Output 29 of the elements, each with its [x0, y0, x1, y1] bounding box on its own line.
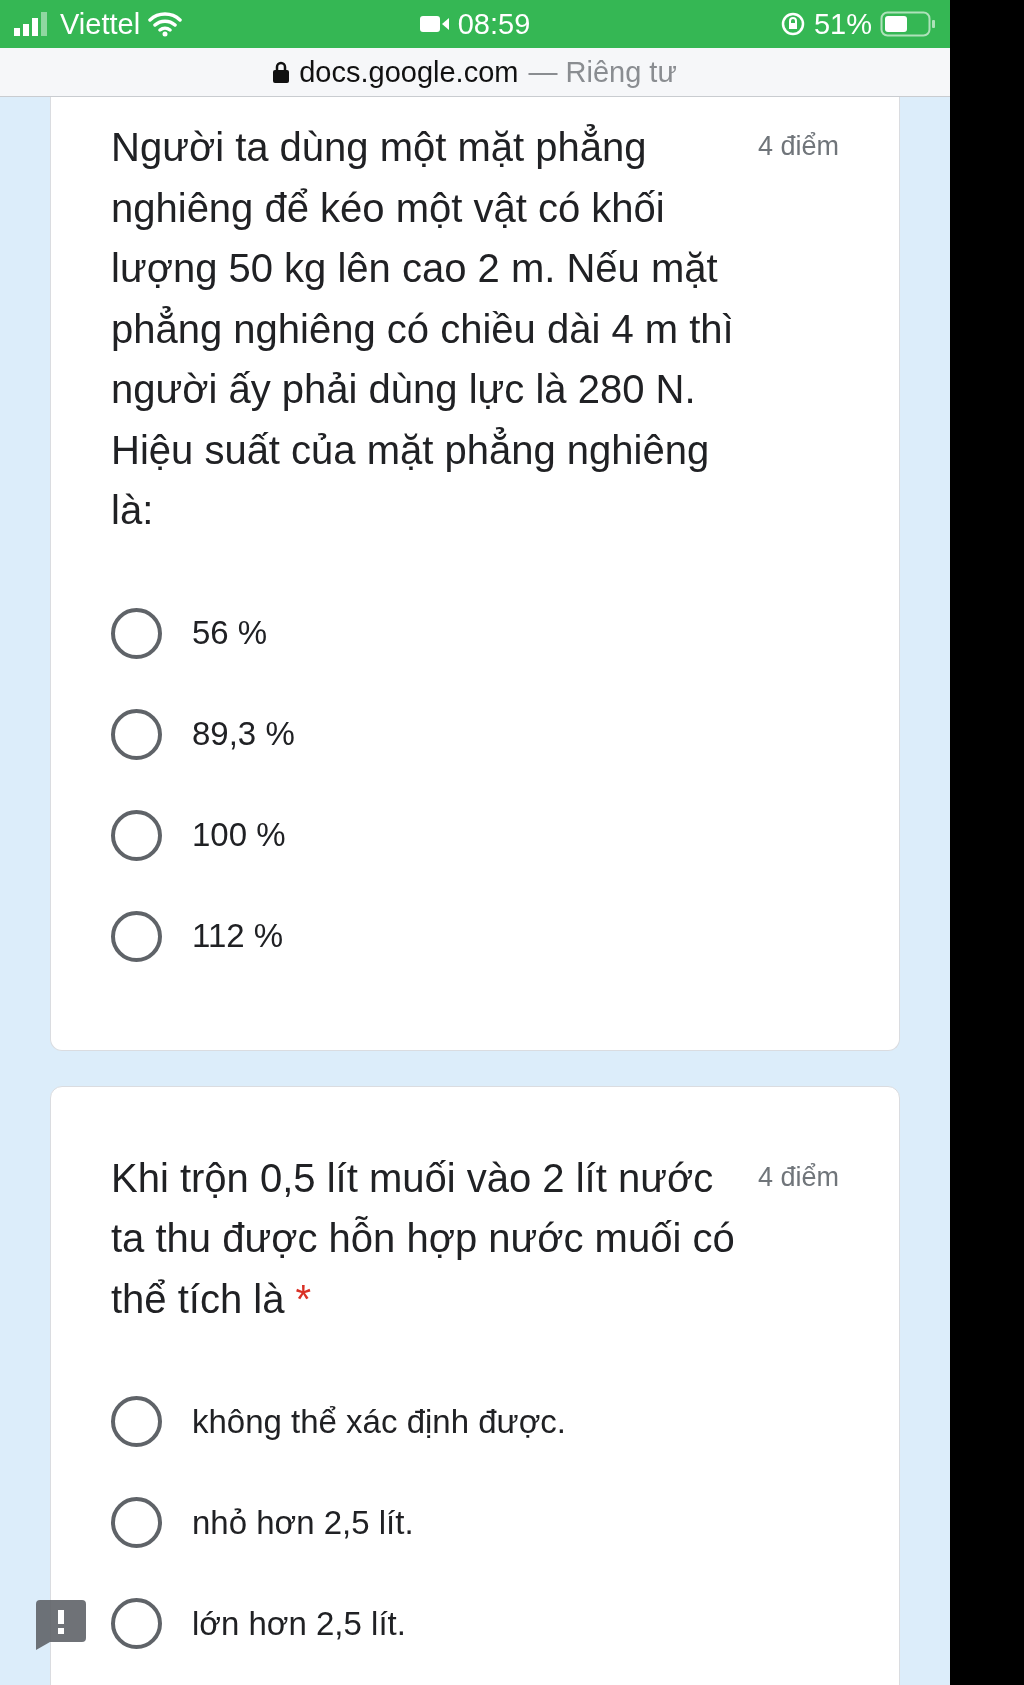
option-label[interactable]: lớn hơn 2,5 lít.	[192, 1604, 406, 1643]
option-label[interactable]: 56 %	[192, 614, 268, 652]
battery-percent: 51%	[813, 7, 872, 41]
privacy-label: — Riêng tư	[528, 55, 677, 89]
question-text: Khi trộn 0,5 lít muối vào 2 lít nước ta thu được hỗn hợp nước muối có thể tích là *	[111, 1154, 736, 1323]
clock-time: 08:59	[457, 7, 531, 41]
wifi-icon	[148, 11, 183, 37]
points-label: 4 điểm	[757, 1161, 839, 1193]
carrier-name: Viettel	[60, 7, 141, 41]
radio-button[interactable]	[111, 708, 162, 760]
option-label[interactable]: nhỏ hơn 2,5 lít.	[192, 1503, 414, 1542]
feedback-icon[interactable]	[36, 1600, 86, 1650]
battery-icon	[880, 11, 936, 37]
radio-button[interactable]	[111, 1598, 162, 1649]
question-text: Người ta dùng một mặt phẳng nghiêng để kéo một vật có khối lượng 50 kg lên cao 2 m. Nếu mặt phẳng nghiêng có chiều dài 4 m thì người ấy phải dùng lực là 280 N. Hiệu suất của mặt phẳng nghiêng là:	[111, 123, 735, 534]
camera-icon	[419, 14, 450, 34]
radio-button[interactable]	[111, 1497, 162, 1548]
url-domain[interactable]: docs.google.com	[299, 55, 519, 89]
radio-button[interactable]	[111, 910, 162, 962]
rotation-lock-icon	[779, 11, 806, 37]
radio-button[interactable]	[111, 809, 162, 861]
radio-button[interactable]	[111, 607, 162, 659]
option-label[interactable]: 100 %	[192, 816, 286, 854]
option-label[interactable]: không thể xác định được.	[192, 1402, 566, 1441]
points-label: 4 điểm	[757, 131, 839, 162]
radio-button[interactable]	[111, 1396, 162, 1447]
option-label[interactable]: 112 %	[192, 917, 284, 955]
option-label[interactable]: 89,3 %	[192, 715, 295, 753]
lock-icon	[273, 61, 290, 83]
